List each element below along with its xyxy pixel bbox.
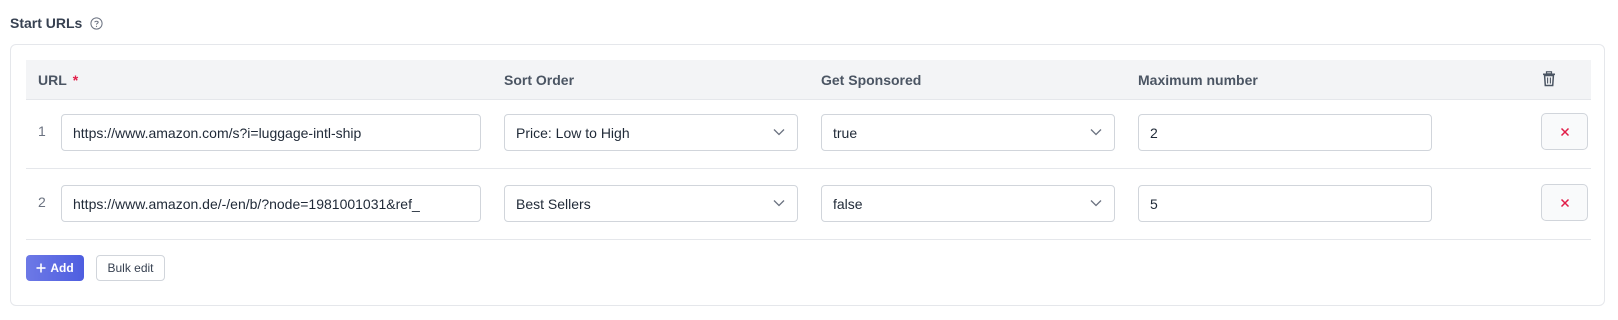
get-sponsored-select[interactable]: false (821, 185, 1115, 222)
url-input[interactable] (61, 185, 481, 222)
close-icon (1560, 127, 1569, 136)
add-button-label: Add (50, 261, 74, 275)
section-title-label: Start URLs (10, 15, 83, 31)
maximum-number-input[interactable] (1138, 114, 1432, 151)
question-circle-icon[interactable] (90, 16, 103, 30)
sort-order-value: Best Sellers (516, 195, 591, 212)
header-url: URL * (38, 72, 78, 88)
header-url-label: URL (38, 72, 67, 88)
table-header: URL * Sort Order Get Sponsored Maximum nu… (26, 60, 1591, 100)
remove-row-button[interactable] (1541, 184, 1588, 221)
header-maximum-number: Maximum number (1138, 72, 1258, 88)
get-sponsored-value: true (833, 124, 858, 141)
header-get-sponsored: Get Sponsored (821, 72, 922, 88)
table-row: 1 Price: Low to High true (26, 97, 1591, 169)
remove-row-button[interactable] (1541, 113, 1588, 150)
sort-order-select[interactable]: Price: Low to High (504, 114, 798, 151)
sort-order-select[interactable]: Best Sellers (504, 185, 798, 222)
trash-icon[interactable] (1542, 71, 1556, 87)
chevron-down-icon (1090, 199, 1102, 207)
bulk-edit-button[interactable]: Bulk edit (96, 255, 165, 281)
url-input[interactable] (61, 114, 481, 151)
close-icon (1560, 198, 1569, 207)
row-index: 2 (38, 194, 46, 210)
chevron-down-icon (1090, 128, 1102, 136)
chevron-down-icon (773, 128, 785, 136)
section-title: Start URLs (10, 15, 103, 31)
maximum-number-input[interactable] (1138, 185, 1432, 222)
required-mark: * (72, 72, 79, 88)
add-button[interactable]: Add (26, 255, 84, 281)
chevron-down-icon (773, 199, 785, 207)
plus-icon (36, 263, 46, 273)
sort-order-value: Price: Low to High (516, 124, 630, 141)
table-row: 2 Best Sellers false (26, 168, 1591, 240)
row-index: 1 (38, 123, 46, 139)
get-sponsored-select[interactable]: true (821, 114, 1115, 151)
get-sponsored-value: false (833, 195, 863, 212)
start-urls-panel: URL * Sort Order Get Sponsored Maximum nu… (10, 44, 1605, 306)
header-sort-order: Sort Order (504, 72, 575, 88)
